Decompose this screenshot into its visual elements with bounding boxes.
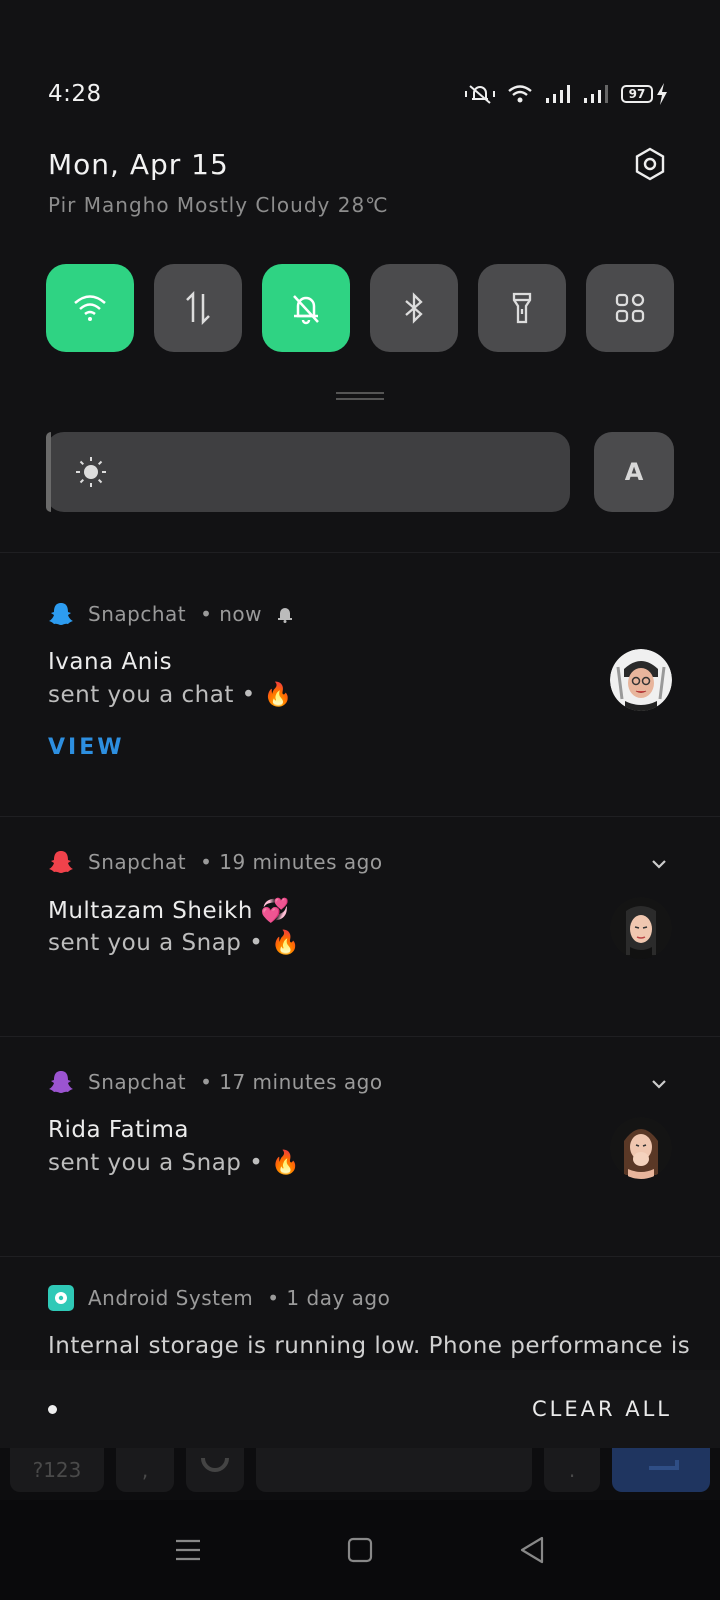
square-icon [347, 1537, 373, 1563]
notification-time: • now [200, 602, 263, 626]
bluetooth-tile[interactable] [370, 264, 458, 352]
app-name: Android System [88, 1286, 254, 1310]
notification-snapchat-ivana[interactable]: Snapchat • now Ivana Anis sent you a cha… [0, 552, 720, 816]
back-button[interactable] [504, 1522, 560, 1578]
weather-label: Pir Mangho Mostly Cloudy 28℃ [48, 193, 389, 217]
enter-key[interactable] [612, 1448, 710, 1492]
battery-level: 97 [621, 85, 653, 103]
notification-time: • 17 minutes ago [200, 1070, 383, 1094]
menu-icon [176, 1539, 200, 1561]
status-icons: 97 [465, 83, 668, 105]
mobile-data-tile[interactable] [154, 264, 242, 352]
battery-icon: 97 [621, 83, 668, 105]
status-bar: 4:28 97 [48, 76, 668, 112]
comma-key[interactable]: , [116, 1448, 174, 1492]
period-key[interactable]: . [544, 1448, 600, 1492]
back-triangle-icon [520, 1536, 544, 1564]
notification-text: sent you a Snap • 🔥 [48, 1150, 301, 1176]
more-tiles-button[interactable] [586, 264, 674, 352]
panel-drag-handle[interactable] [336, 392, 384, 400]
notification-title: Ivana Anis [48, 649, 173, 675]
notification-text: Internal storage is running low. Phone p… [48, 1333, 691, 1359]
wifi-icon [507, 84, 533, 104]
notification-android-system[interactable]: Android System • 1 day ago Internal stor… [0, 1256, 720, 1370]
home-button[interactable] [332, 1522, 388, 1578]
flashlight-tile[interactable] [478, 264, 566, 352]
notification-title: Rida Fatima [48, 1117, 189, 1143]
do-not-disturb-tile[interactable] [262, 264, 350, 352]
page-indicator-dot [48, 1404, 57, 1414]
signal-icon [583, 84, 609, 104]
clock: 4:28 [48, 81, 102, 107]
snapchat-icon [48, 849, 74, 875]
chevron-down-icon[interactable] [648, 1073, 670, 1095]
app-name: Snapchat [88, 602, 187, 626]
app-name: Snapchat [88, 1070, 187, 1094]
android-system-icon [48, 1285, 74, 1311]
quick-settings-row [46, 264, 674, 352]
avatar [610, 1117, 672, 1179]
date-label: Mon, Apr 15 [48, 148, 229, 181]
clear-all-button[interactable]: CLEAR ALL [532, 1397, 672, 1421]
avatar [610, 649, 672, 711]
snapchat-icon [48, 1069, 74, 1095]
enter-icon [649, 1460, 679, 1470]
app-name: Snapchat [88, 850, 187, 874]
keyboard-peek: ?123 , . [0, 1448, 720, 1500]
wifi-tile[interactable] [46, 264, 134, 352]
wifi-icon [74, 295, 106, 321]
notification-header: Snapchat • now [48, 601, 294, 627]
data-arrows-icon [186, 290, 210, 326]
navigation-bar [0, 1500, 720, 1600]
emoji-icon [201, 1458, 229, 1472]
symbols-key[interactable]: ?123 [10, 1448, 104, 1492]
bell-off-icon [293, 295, 319, 325]
avatar [610, 897, 672, 959]
gear-icon [635, 147, 665, 181]
charging-icon [657, 83, 667, 105]
notification-snapchat-multazam[interactable]: Snapchat • 19 minutes ago Multazam Sheik… [0, 816, 720, 1036]
settings-button[interactable] [632, 146, 668, 182]
bluetooth-icon [405, 292, 423, 324]
notification-snapchat-rida[interactable]: Snapchat • 17 minutes ago Rida Fatima se… [0, 1036, 720, 1256]
bell-icon [278, 608, 293, 623]
emoji-key[interactable] [186, 1448, 244, 1492]
notification-text: sent you a Snap • 🔥 [48, 930, 301, 956]
flashlight-icon [512, 292, 532, 324]
space-key[interactable] [256, 1448, 532, 1492]
chevron-down-icon[interactable] [648, 853, 670, 875]
notification-footer: CLEAR ALL [0, 1370, 720, 1448]
mute-icon [465, 83, 495, 105]
notification-header: Android System • 1 day ago [48, 1285, 390, 1311]
sun-icon [76, 457, 106, 487]
signal-icon [545, 84, 571, 104]
snapchat-icon [48, 601, 74, 627]
brightness-slider[interactable] [46, 432, 570, 512]
recents-button[interactable] [160, 1522, 216, 1578]
notification-header: Snapchat • 19 minutes ago [48, 849, 383, 875]
notification-time: • 1 day ago [267, 1286, 391, 1310]
brightness-fill [46, 432, 52, 512]
notification-title: Multazam Sheikh 💞 [48, 898, 290, 924]
notification-text: sent you a chat • 🔥 [48, 682, 293, 708]
notification-time: • 19 minutes ago [200, 850, 383, 874]
auto-brightness-button[interactable]: A [594, 432, 674, 512]
grid-icon [615, 293, 645, 323]
view-button[interactable]: VIEW [48, 735, 125, 760]
notification-header: Snapchat • 17 minutes ago [48, 1069, 383, 1095]
